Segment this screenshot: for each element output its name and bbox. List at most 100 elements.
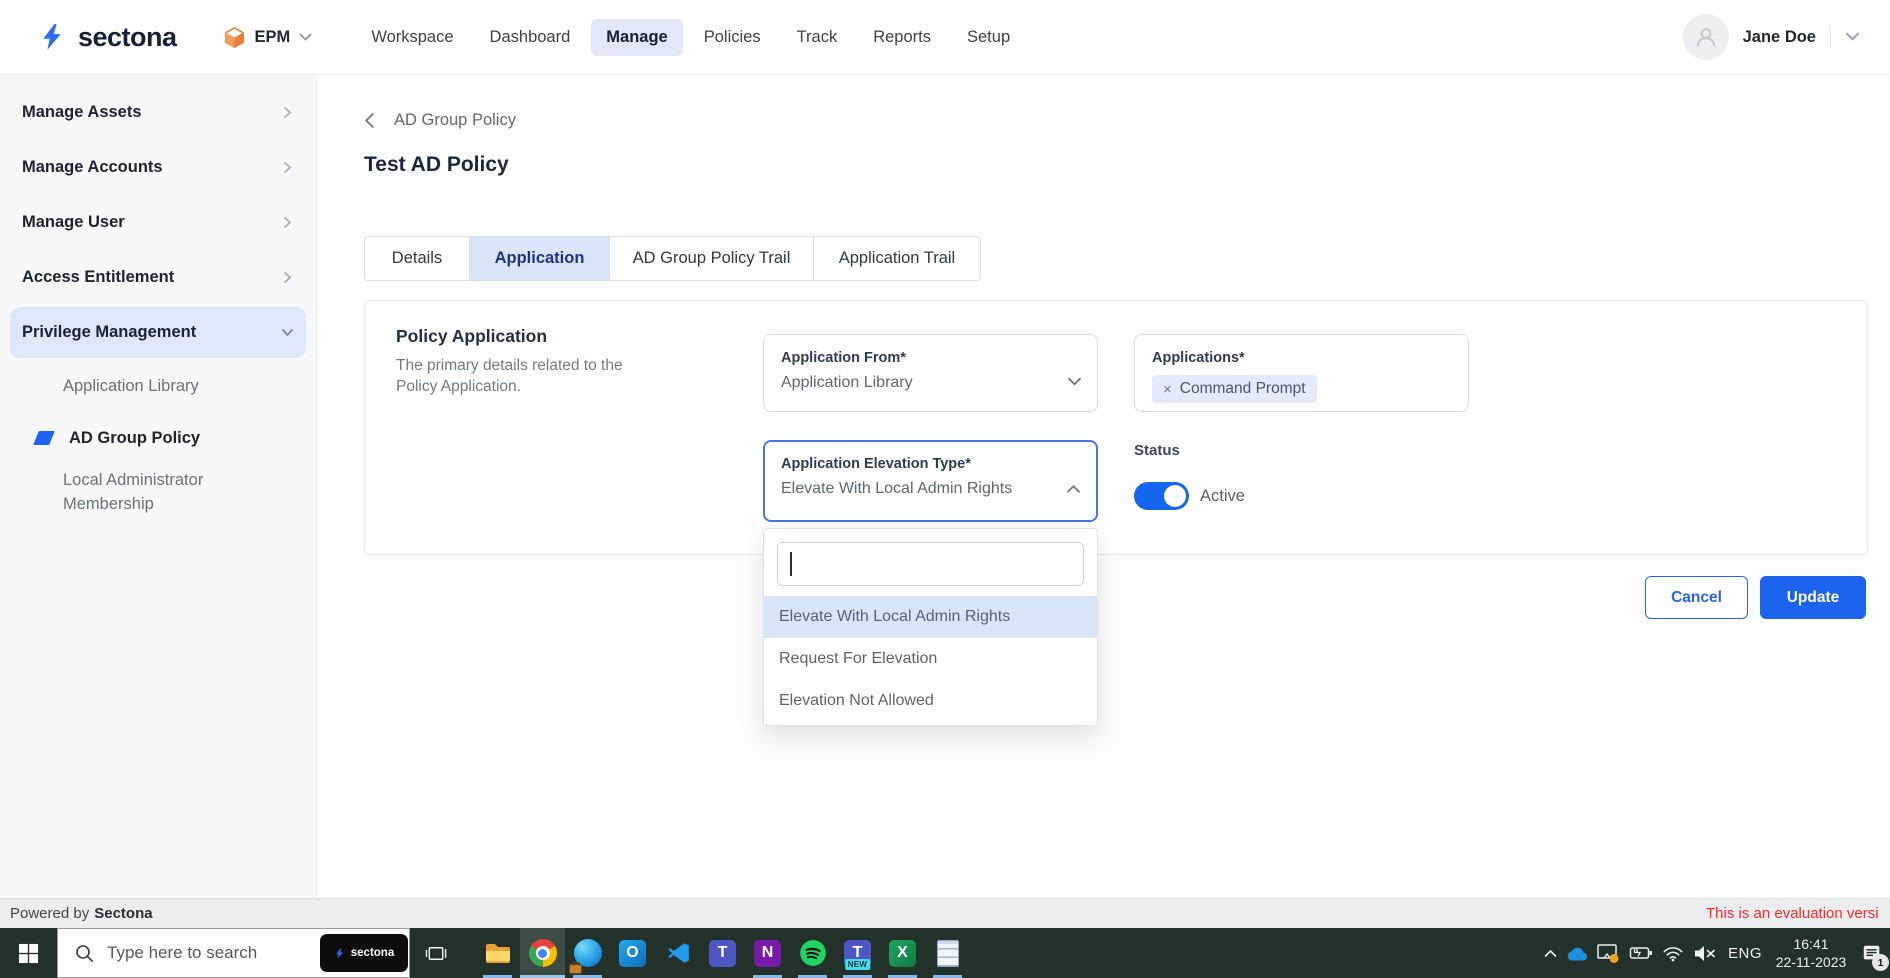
divider [1830, 26, 1831, 48]
nav-item-dashboard[interactable]: Dashboard [475, 19, 586, 56]
chevron-down-icon[interactable] [1845, 32, 1860, 42]
evaluation-notice: This is an evaluation versi [1706, 905, 1879, 922]
sidebar-item-label: Local Administrator Membership [63, 469, 221, 517]
sidebar-item-application-library[interactable]: Application Library [0, 360, 316, 412]
status-row: Active [1134, 482, 1245, 510]
outlook-icon: O [619, 940, 646, 967]
nav-item-workspace[interactable]: Workspace [356, 19, 468, 56]
avatar [1683, 14, 1729, 60]
back-chevron-icon[interactable] [364, 112, 375, 129]
field-label: Applications* [1152, 350, 1451, 366]
chevron-down-icon [1067, 377, 1082, 387]
application-elevation-type-select[interactable]: Application Elevation Type* Elevate With… [763, 440, 1098, 522]
taskbar-app-spotify[interactable] [790, 928, 835, 978]
taskbar-app-notepad[interactable] [925, 928, 970, 978]
sidebar-item-label: Access Entitlement [22, 268, 174, 287]
sidebar-item-local-administrator-membership[interactable]: Local Administrator Membership [0, 464, 316, 522]
tray-expand-button[interactable] [1538, 928, 1562, 978]
page-title: Test AD Policy [364, 153, 509, 177]
cancel-button[interactable]: Cancel [1645, 576, 1748, 619]
sidebar-item-access-entitlement[interactable]: Access Entitlement [0, 250, 316, 305]
wifi-tray-button[interactable] [1658, 928, 1688, 978]
windows-logo-icon [18, 943, 39, 964]
status-state: Active [1200, 487, 1245, 506]
policy-application-panel: Policy Application The primary details r… [364, 300, 1868, 555]
dropdown-search-input[interactable] [777, 542, 1084, 586]
brand-logo[interactable]: sectona [38, 21, 177, 53]
start-button[interactable] [0, 928, 57, 978]
tab-application[interactable]: Application [470, 237, 610, 280]
breadcrumb-label[interactable]: AD Group Policy [394, 111, 516, 130]
taskbar-app-vscode[interactable] [655, 928, 700, 978]
field-value: Application Library [781, 374, 1080, 392]
section-title: Policy Application [396, 326, 547, 347]
volume-muted-tray-button[interactable] [1688, 928, 1722, 978]
taskbar-app-edge[interactable] [565, 928, 610, 978]
sidebar-item-manage-assets[interactable]: Manage Assets [0, 85, 316, 140]
taskbar-sectona-button[interactable]: sectona [320, 934, 408, 972]
time: 16:41 [1793, 935, 1828, 953]
sectona-bolt-icon [334, 947, 345, 960]
wifi-icon [1662, 944, 1684, 962]
text-caret [790, 552, 792, 576]
taskbar-app-excel[interactable]: X [880, 928, 925, 978]
task-view-button[interactable] [412, 928, 460, 978]
nav-item-setup[interactable]: Setup [952, 19, 1025, 56]
dropdown-search [777, 542, 1084, 586]
field-value: Elevate With Local Admin Rights [781, 480, 1080, 498]
nav-item-policies[interactable]: Policies [689, 19, 776, 56]
field-label: Application Elevation Type* [781, 456, 1080, 472]
bolt-icon [33, 431, 55, 445]
epm-cube-icon [223, 25, 246, 50]
taskbar-app-chrome[interactable] [520, 928, 565, 978]
windows-taskbar: sectona O [0, 928, 1890, 978]
breadcrumb[interactable]: AD Group Policy [364, 111, 516, 130]
tab-details[interactable]: Details [365, 237, 470, 280]
nav-item-reports[interactable]: Reports [858, 19, 946, 56]
nav-item-track[interactable]: Track [782, 19, 853, 56]
main-content: AD Group Policy Test AD Policy Details A… [317, 75, 1890, 898]
taskbar-app-teams-new[interactable]: T NEW [835, 928, 880, 978]
sidebar-item-label: Privilege Management [22, 323, 196, 342]
chevron-right-icon [281, 216, 294, 229]
user-menu[interactable]: Jane Doe [1683, 14, 1860, 60]
work-profile-badge-icon [569, 964, 582, 974]
option-elevate-with-local-admin-rights[interactable]: Elevate With Local Admin Rights [764, 596, 1097, 638]
search-input[interactable] [107, 943, 282, 963]
remove-chip-icon[interactable]: × [1163, 381, 1172, 398]
taskbar-app-outlook[interactable]: O [610, 928, 655, 978]
onedrive-tray-button[interactable] [1562, 928, 1592, 978]
sidebar-item-manage-accounts[interactable]: Manage Accounts [0, 140, 316, 195]
wireless-display-tray-button[interactable] [1592, 928, 1624, 978]
battery-tray-button[interactable] [1624, 928, 1658, 978]
chevron-up-icon [1066, 484, 1081, 494]
tab-application-trail[interactable]: Application Trail [814, 237, 980, 280]
option-elevation-not-allowed[interactable]: Elevation Not Allowed [764, 680, 1097, 722]
sidebar-item-manage-user[interactable]: Manage User [0, 195, 316, 250]
sidebar-item-label: Manage User [22, 213, 125, 232]
option-request-for-elevation[interactable]: Request For Elevation [764, 638, 1097, 680]
taskbar-app-file-explorer[interactable] [475, 928, 520, 978]
sidebar-item-label: Manage Assets [22, 103, 142, 122]
application-from-select[interactable]: Application From* Application Library [763, 334, 1098, 412]
excel-icon: X [889, 940, 916, 967]
file-explorer-icon [484, 941, 512, 965]
taskbar-app-teams[interactable]: T [700, 928, 745, 978]
tab-bar: Details Application AD Group Policy Trai… [364, 236, 981, 281]
status-toggle[interactable] [1134, 482, 1189, 510]
sidebar-item-ad-group-policy[interactable]: AD Group Policy [0, 412, 316, 464]
sidebar-item-privilege-management[interactable]: Privilege Management [10, 307, 306, 358]
taskbar-app-onenote[interactable]: N [745, 928, 790, 978]
section-description: The primary details related to the Polic… [396, 356, 651, 398]
update-button[interactable]: Update [1760, 576, 1866, 619]
tab-ad-group-policy-trail[interactable]: AD Group Policy Trail [610, 237, 814, 280]
language-indicator[interactable]: ENG [1722, 928, 1768, 978]
action-center-button[interactable]: 1 [1854, 928, 1890, 978]
elevation-type-dropdown: Elevate With Local Admin Rights Request … [763, 528, 1098, 726]
nav-item-manage[interactable]: Manage [591, 19, 682, 56]
clock[interactable]: 16:41 22-11-2023 [1768, 928, 1854, 978]
applications-multiselect[interactable]: Applications* × Command Prompt [1134, 334, 1469, 412]
taskbar-apps: O T N [475, 928, 970, 978]
brand-name: sectona [78, 22, 177, 53]
product-switcher[interactable]: EPM [223, 25, 313, 50]
